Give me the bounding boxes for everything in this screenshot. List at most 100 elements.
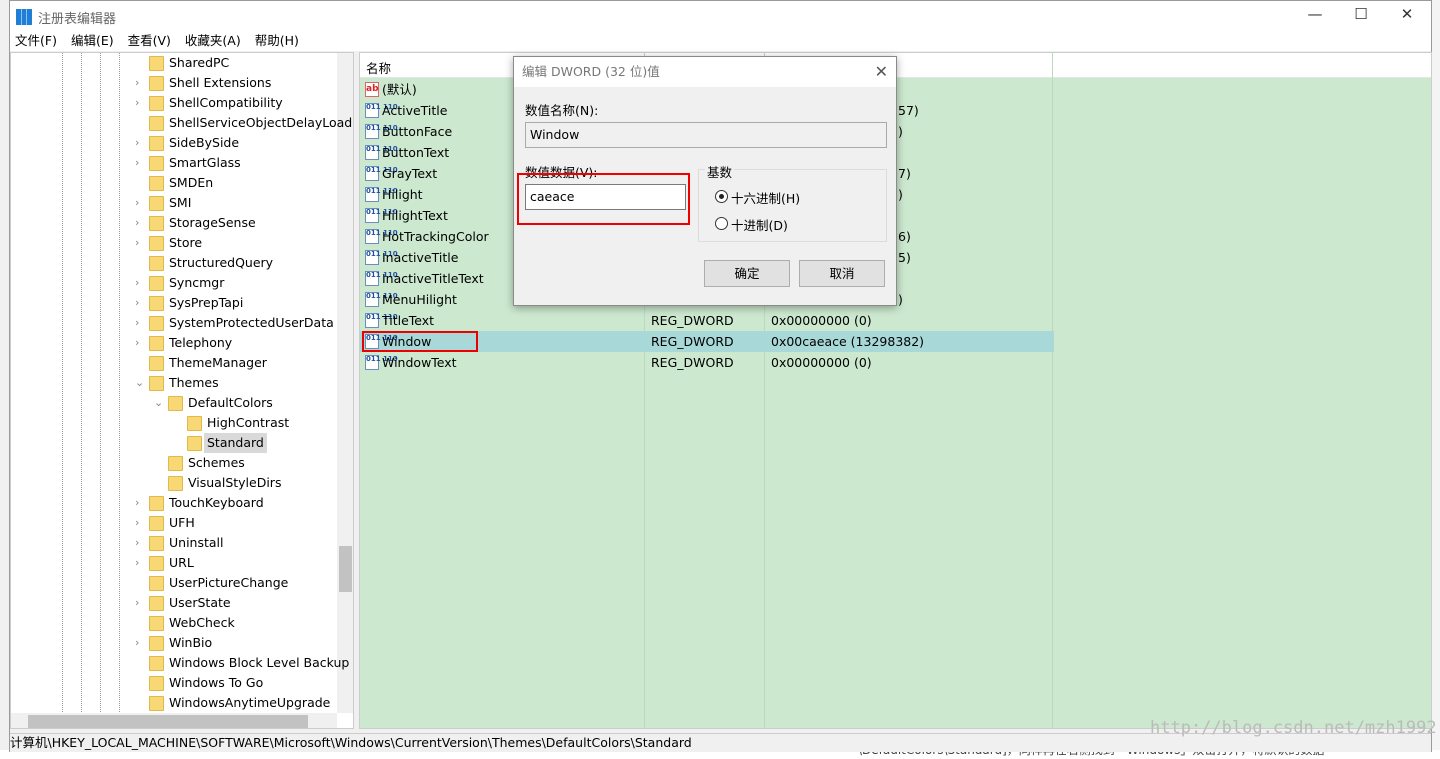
scrollbar-thumb[interactable] xyxy=(28,715,308,728)
folder-icon xyxy=(149,616,164,631)
tree-item[interactable]: › SideBySide xyxy=(11,133,337,153)
tree-item[interactable]: › Shell Extensions xyxy=(11,73,337,93)
tree-item[interactable]: › Store xyxy=(11,233,337,253)
chevron-right-icon[interactable]: › xyxy=(135,553,145,573)
close-button[interactable]: ✕ xyxy=(1384,5,1430,27)
chevron-right-icon[interactable]: › xyxy=(135,313,145,333)
chevron-right-icon[interactable]: › xyxy=(135,273,145,293)
tree-item[interactable]: UserPictureChange xyxy=(11,573,337,593)
folder-icon xyxy=(149,376,164,391)
tree-item[interactable]: ShellServiceObjectDelayLoad xyxy=(11,113,352,133)
menu-help[interactable]: 帮助(H) xyxy=(255,31,299,51)
tree-item[interactable]: Schemes xyxy=(11,453,337,473)
list-row[interactable]: 011 110 WindowText REG_DWORD 0x00000000 (0) xyxy=(360,352,1054,373)
tree-item[interactable]: WindowsAnytimeUpgrade xyxy=(11,693,337,713)
tree-item[interactable]: ThemeManager xyxy=(11,353,337,373)
tree-item[interactable]: › StorageSense xyxy=(11,213,337,233)
list-row[interactable]: 011 110 TitleText REG_DWORD 0x00000000 (0) xyxy=(360,310,1054,331)
value-name: InactiveTitle xyxy=(382,250,459,265)
menu-edit[interactable]: 编辑(E) xyxy=(71,31,114,51)
tree-item[interactable]: › TouchKeyboard xyxy=(11,493,337,513)
tree-item[interactable]: › Uninstall xyxy=(11,533,337,553)
hex-label[interactable]: 十六进制(H) xyxy=(731,188,800,207)
tree-item[interactable]: › WinBio xyxy=(11,633,337,653)
tree-item-label: SystemProtectedUserData xyxy=(169,315,334,330)
background-page-right xyxy=(1432,0,1440,759)
tree-item-label: ShellServiceObjectDelayLoad xyxy=(169,115,353,130)
dword-value-icon: 011 110 xyxy=(365,229,398,244)
chevron-right-icon[interactable]: › xyxy=(135,153,145,173)
tree-item[interactable]: WebCheck xyxy=(11,613,337,633)
chevron-right-icon[interactable]: › xyxy=(135,213,145,233)
value-type: REG_DWORD xyxy=(651,355,734,370)
string-value-icon: ab xyxy=(365,82,379,97)
folder-icon xyxy=(149,676,164,691)
chevron-down-icon[interactable]: ⌄ xyxy=(154,393,164,413)
tree-item-label: WindowsAnytimeUpgrade xyxy=(169,695,331,710)
chevron-right-icon[interactable]: › xyxy=(135,513,145,533)
dialog-close-icon[interactable]: ✕ xyxy=(875,62,888,81)
chevron-right-icon[interactable]: › xyxy=(135,93,145,113)
tree-item[interactable]: StructuredQuery xyxy=(11,253,337,273)
list-row[interactable]: 011 110 Window REG_DWORD 0x00caeace (132983… xyxy=(360,331,1054,352)
decimal-radio[interactable] xyxy=(715,217,728,230)
decimal-label[interactable]: 十进制(D) xyxy=(731,215,788,234)
tree-item[interactable]: ⌄ DefaultColors xyxy=(11,393,337,413)
folder-icon xyxy=(149,236,164,251)
cancel-button[interactable]: 取消 xyxy=(799,260,885,287)
tree-item[interactable]: SMDEn xyxy=(11,173,337,193)
tree-item[interactable]: › SysPrepTapi xyxy=(11,293,337,313)
tree-item[interactable]: Windows To Go xyxy=(11,673,337,693)
tree-item[interactable]: › Syncmgr xyxy=(11,273,337,293)
tree-item[interactable]: › URL xyxy=(11,553,337,573)
tree-item[interactable]: VisualStyleDirs xyxy=(11,473,337,493)
folder-icon xyxy=(149,256,164,271)
minimize-button[interactable]: — xyxy=(1292,5,1338,27)
value-data: 0x00000000 (0) xyxy=(771,355,872,370)
tree-item-label: SMDEn xyxy=(169,175,214,190)
chevron-right-icon[interactable]: › xyxy=(135,593,145,613)
column-header-name[interactable]: 名称 xyxy=(366,58,391,77)
value-name-field[interactable]: Window xyxy=(525,122,887,148)
tree-item-label: Syncmgr xyxy=(169,275,225,290)
scrollbar-thumb[interactable] xyxy=(339,546,352,592)
tree-item[interactable]: SharedPC xyxy=(11,53,337,73)
menu-view[interactable]: 查看(V) xyxy=(128,31,171,51)
tree-item-label: SideBySide xyxy=(169,135,240,150)
chevron-right-icon[interactable]: › xyxy=(135,493,145,513)
chevron-right-icon[interactable]: › xyxy=(135,193,145,213)
maximize-button[interactable]: ☐ xyxy=(1338,5,1384,27)
tree-item[interactable]: › Telephony xyxy=(11,333,337,353)
dword-value-icon: 011 110 xyxy=(365,271,398,286)
tree-item[interactable]: › UFH xyxy=(11,513,337,533)
tree-vertical-scrollbar[interactable] xyxy=(337,53,353,713)
tree-item[interactable]: › UserState xyxy=(11,593,337,613)
folder-icon xyxy=(149,296,164,311)
ok-button[interactable]: 确定 xyxy=(704,260,790,287)
chevron-right-icon[interactable]: › xyxy=(135,133,145,153)
tree-item-label: Schemes xyxy=(188,455,245,470)
tree-item[interactable]: › SMI xyxy=(11,193,337,213)
tree-item-label: Standard xyxy=(204,433,267,453)
tree-item[interactable]: Windows Block Level Backup xyxy=(11,653,349,673)
tree-item[interactable]: HighContrast xyxy=(11,413,337,433)
tree-item-label: UserPictureChange xyxy=(169,575,289,590)
tree-item[interactable]: › SystemProtectedUserData xyxy=(11,313,337,333)
tree-item[interactable]: › SmartGlass xyxy=(11,153,337,173)
value-data-input[interactable]: caeace xyxy=(525,184,686,210)
folder-icon xyxy=(168,456,183,471)
chevron-right-icon[interactable]: › xyxy=(135,73,145,93)
chevron-down-icon[interactable]: ⌄ xyxy=(135,373,145,393)
menu-file[interactable]: 文件(F) xyxy=(15,31,57,51)
tree-item[interactable]: Standard xyxy=(11,433,337,453)
tree-item[interactable]: › ShellCompatibility xyxy=(11,93,337,113)
chevron-right-icon[interactable]: › xyxy=(135,233,145,253)
chevron-right-icon[interactable]: › xyxy=(135,333,145,353)
hex-radio[interactable] xyxy=(715,190,728,203)
tree-horizontal-scrollbar[interactable] xyxy=(11,713,337,728)
chevron-right-icon[interactable]: › xyxy=(135,293,145,313)
tree-item[interactable]: ⌄ Themes xyxy=(11,373,337,393)
chevron-right-icon[interactable]: › xyxy=(135,533,145,553)
chevron-right-icon[interactable]: › xyxy=(135,633,145,653)
menu-favorites[interactable]: 收藏夹(A) xyxy=(185,31,241,51)
